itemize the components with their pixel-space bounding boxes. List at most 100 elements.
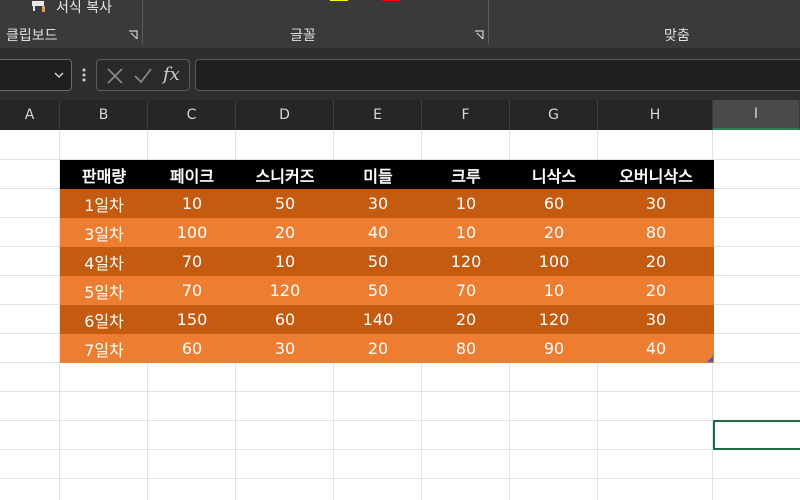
- more-options-icon[interactable]: [82, 68, 86, 82]
- table-cell[interactable]: 30: [598, 305, 714, 334]
- table-cell[interactable]: 100: [148, 218, 236, 247]
- table-header-cell[interactable]: 오버니삭스: [598, 160, 714, 189]
- format-painter-button[interactable]: 서식 복사: [30, 0, 112, 17]
- table-row: 1일차 10 50 30 10 60 30: [60, 189, 714, 218]
- table-cell[interactable]: 50: [334, 247, 422, 276]
- check-icon[interactable]: [133, 66, 153, 86]
- table-cell[interactable]: 30: [236, 334, 334, 363]
- table-cell[interactable]: 1일차: [60, 189, 148, 218]
- table-cell[interactable]: 5일차: [60, 276, 148, 305]
- table-cell[interactable]: 150: [148, 305, 236, 334]
- font-group-label: 글꼴: [290, 28, 316, 44]
- cancel-icon[interactable]: [105, 66, 125, 86]
- phonetic-icon[interactable]: [440, 0, 462, 4]
- formula-input[interactable]: [195, 59, 800, 91]
- table-cell[interactable]: 10: [422, 218, 510, 247]
- column-header-c[interactable]: C: [148, 100, 236, 130]
- table-cell[interactable]: 6일차: [60, 305, 148, 334]
- formula-buttons: fx: [96, 59, 190, 91]
- table-cell[interactable]: 50: [334, 276, 422, 305]
- table-cell[interactable]: 40: [598, 334, 714, 363]
- table-cell[interactable]: 140: [334, 305, 422, 334]
- merge-icon[interactable]: [680, 0, 702, 4]
- table-header-cell[interactable]: 페이크: [148, 160, 236, 189]
- column-header-i[interactable]: I: [713, 100, 800, 130]
- table-cell[interactable]: 60: [148, 334, 236, 363]
- name-box[interactable]: [0, 59, 72, 91]
- table-cell[interactable]: 100: [510, 247, 598, 276]
- dialog-launcher-icon[interactable]: [474, 30, 484, 40]
- table-cell[interactable]: 7일차: [60, 334, 148, 363]
- table-cell[interactable]: 70: [422, 276, 510, 305]
- orientation-icon[interactable]: [605, 0, 627, 4]
- active-cell-selection[interactable]: [713, 420, 800, 450]
- table-cell[interactable]: 50: [236, 189, 334, 218]
- insert-function-button[interactable]: fx: [163, 64, 180, 85]
- table-cell[interactable]: 10: [148, 189, 236, 218]
- font-color-icon[interactable]: [380, 0, 402, 4]
- table-row: 7일차 60 30 20 80 90 40: [60, 334, 714, 363]
- table-cell[interactable]: 80: [422, 334, 510, 363]
- table-cell[interactable]: 30: [598, 189, 714, 218]
- table-cell[interactable]: 40: [334, 218, 422, 247]
- table-cell[interactable]: 120: [510, 305, 598, 334]
- table-header-row: 판매량 페이크 스니커즈 미들 크루 니삭스 오버니삭스: [60, 160, 714, 189]
- table-row: 3일차 100 20 40 10 20 80: [60, 218, 714, 247]
- table-cell[interactable]: 4일차: [60, 247, 148, 276]
- table-cell[interactable]: 60: [236, 305, 334, 334]
- clipboard-group-label: 클립보드: [6, 28, 58, 44]
- column-header-e[interactable]: E: [334, 100, 422, 130]
- table-cell[interactable]: 30: [334, 189, 422, 218]
- wrap-text-icon[interactable]: [635, 0, 657, 4]
- align-middle-icon[interactable]: [540, 0, 562, 4]
- ribbon-separator: [488, 0, 489, 44]
- align-top-icon[interactable]: [505, 0, 527, 4]
- table-cell[interactable]: 20: [598, 276, 714, 305]
- alignment-group-label: 맞춤: [664, 28, 690, 44]
- column-header-d[interactable]: D: [236, 100, 334, 130]
- table-cell[interactable]: 10: [236, 247, 334, 276]
- table-cell[interactable]: 60: [510, 189, 598, 218]
- table-header-cell[interactable]: 판매량: [60, 160, 148, 189]
- table-cell[interactable]: 10: [422, 189, 510, 218]
- table-cell[interactable]: 3일차: [60, 218, 148, 247]
- table-cell[interactable]: 10: [510, 276, 598, 305]
- table-cell[interactable]: 70: [148, 247, 236, 276]
- chevron-down-icon[interactable]: [53, 69, 65, 81]
- table-resize-handle[interactable]: [707, 356, 713, 362]
- grid-line: [0, 478, 800, 479]
- paintbrush-icon: [32, 1, 45, 12]
- ribbon-separator: [142, 0, 143, 44]
- table-cell[interactable]: 120: [422, 247, 510, 276]
- table-cell[interactable]: 80: [598, 218, 714, 247]
- highlight-color-icon[interactable]: [328, 0, 350, 4]
- table-cell[interactable]: 20: [598, 247, 714, 276]
- font-icon[interactable]: [228, 0, 250, 4]
- column-header-g[interactable]: G: [510, 100, 598, 130]
- grid-line: [0, 449, 800, 450]
- table-cell[interactable]: 120: [236, 276, 334, 305]
- table-cell[interactable]: 20: [334, 334, 422, 363]
- dialog-launcher-icon[interactable]: [128, 30, 138, 40]
- align-bottom-icon[interactable]: [570, 0, 592, 4]
- table-cell[interactable]: 90: [510, 334, 598, 363]
- table-cell[interactable]: 20: [510, 218, 598, 247]
- table-header-cell[interactable]: 미들: [334, 160, 422, 189]
- format-painter-label: 서식 복사: [56, 0, 112, 16]
- table-row: 5일차 70 120 50 70 10 20: [60, 276, 714, 305]
- table-cell[interactable]: 20: [236, 218, 334, 247]
- table-header-cell[interactable]: 스니커즈: [236, 160, 334, 189]
- table-cell[interactable]: 20: [422, 305, 510, 334]
- table-cell[interactable]: 70: [148, 276, 236, 305]
- table-row: 4일차 70 10 50 120 100 20: [60, 247, 714, 276]
- column-header-a[interactable]: A: [0, 100, 60, 130]
- table-header-cell[interactable]: 니삭스: [510, 160, 598, 189]
- formula-bar: fx: [0, 48, 800, 100]
- grid-line: [0, 391, 800, 392]
- grid-line: [0, 420, 800, 421]
- column-header-b[interactable]: B: [60, 100, 148, 130]
- ribbon: 서식 복사 클립보드 글꼴 맞춤: [0, 0, 800, 48]
- table-header-cell[interactable]: 크루: [422, 160, 510, 189]
- column-header-f[interactable]: F: [422, 100, 510, 130]
- column-header-h[interactable]: H: [598, 100, 713, 130]
